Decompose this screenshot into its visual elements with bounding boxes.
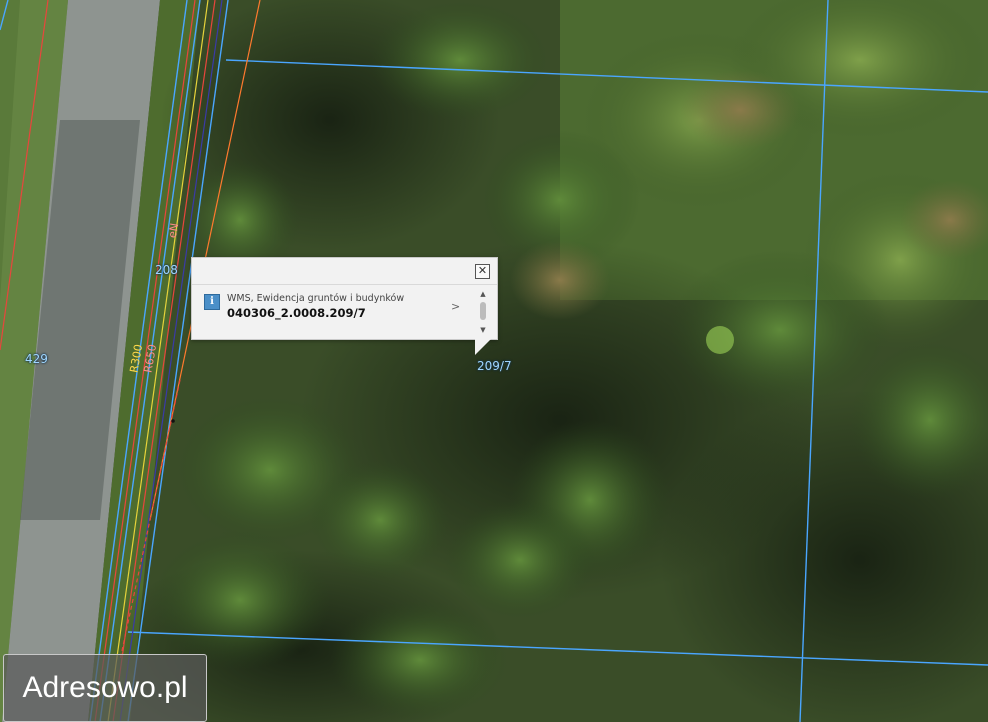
feature-info-popup: ✕ i WMS, Ewidencja gruntów i budynków 04… — [191, 257, 498, 340]
popup-scrollbar[interactable]: ▲ ▼ — [477, 289, 489, 335]
scroll-down-icon[interactable]: ▼ — [477, 325, 489, 335]
map-viewport[interactable]: 208 429 209/7 eN R300 R650 — [0, 0, 988, 722]
watermark: Adresowo.pl — [3, 654, 207, 722]
popup-body: i WMS, Ewidencja gruntów i budynków 0403… — [192, 285, 497, 339]
scroll-thumb[interactable] — [480, 302, 486, 320]
info-icon: i — [204, 294, 220, 310]
scroll-up-icon[interactable]: ▲ — [477, 289, 489, 299]
parcel-label-429: 429 — [25, 352, 48, 366]
utility-label-en: eN — [165, 221, 182, 240]
close-icon[interactable]: ✕ — [475, 264, 490, 279]
feature-id: 040306_2.0008.209/7 — [227, 306, 366, 320]
layer-name: WMS, Ewidencja gruntów i budynków — [227, 293, 405, 304]
popup-header: ✕ — [192, 258, 497, 285]
parcel-label-208: 208 — [155, 263, 178, 277]
chevron-right-icon[interactable]: > — [451, 300, 460, 313]
parcel-label-209-7: 209/7 — [477, 359, 512, 373]
popup-pointer — [475, 337, 493, 355]
